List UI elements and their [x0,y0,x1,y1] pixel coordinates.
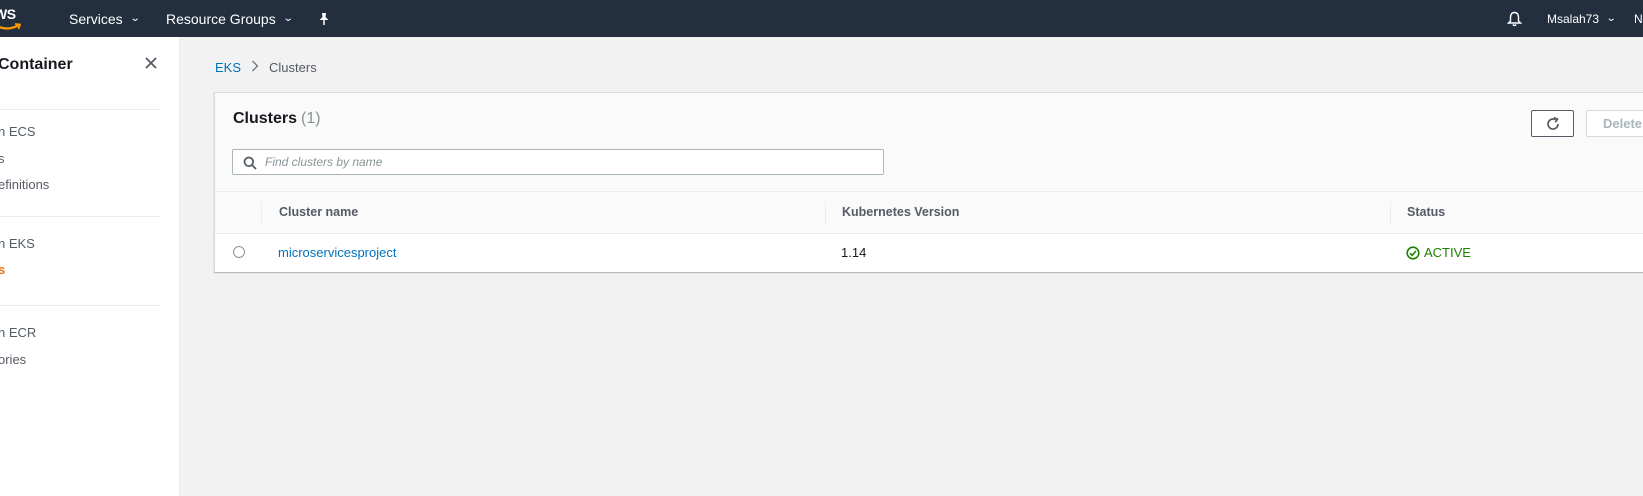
sidebar-divider [0,216,161,217]
region-menu[interactable]: N [1634,0,1643,37]
services-label: Services [69,10,123,27]
aws-logo-text: WS [0,6,16,22]
sidebar-item-eks-clusters[interactable]: s [0,262,5,277]
cluster-search[interactable] [232,149,884,175]
column-divider [1390,202,1391,224]
services-menu[interactable]: Services ⌄ [69,0,141,37]
account-name: Msalah73 [1547,11,1600,26]
sidebar-item-amazon-ecr[interactable]: n ECR [0,325,36,340]
close-icon[interactable] [143,55,161,73]
resource-groups-menu[interactable]: Resource Groups ⌄ [166,0,294,37]
top-navigation-bar: WS Services ⌄ Resource Groups ⌄ Msalah73… [0,0,1643,37]
table-row[interactable]: microservicesproject 1.14 ACTIVE [215,234,1643,272]
row-select-radio[interactable] [233,246,245,258]
check-circle-icon [1406,245,1420,260]
refresh-icon [1546,116,1559,130]
column-divider [261,202,262,224]
sidebar-item-amazon-ecs[interactable]: n ECS [0,124,36,139]
column-header-status[interactable]: Status [1407,205,1445,219]
chevron-down-icon: ⌄ [129,13,141,24]
panel-title: Clusters (1) [233,110,321,128]
chevron-down-icon: ⌄ [1605,13,1617,24]
clusters-panel: Clusters(1) Delete Cluster name Kubernet… [214,92,1643,272]
delete-button[interactable]: Delete [1586,110,1643,137]
cluster-count: (1) [301,110,321,127]
refresh-button[interactable] [1531,110,1574,137]
pin-icon[interactable] [318,0,330,37]
column-header-cluster-name[interactable]: Cluster name [279,205,358,219]
sidebar-item-repositories[interactable]: ories [0,352,26,367]
kubernetes-version: 1.14 [841,245,867,260]
sidebar: on Container ces n ECS s efinitions n EK… [0,37,180,496]
breadcrumb: EKS Clusters [215,60,317,75]
search-input[interactable] [265,150,875,174]
status-text: ACTIVE [1424,245,1471,260]
column-divider [825,202,826,224]
sidebar-item-ecs-clusters[interactable]: s [0,151,5,166]
panel-title-text: Clusters [233,110,298,127]
breadcrumb-current: Clusters [269,60,317,75]
search-icon [243,156,257,170]
sidebar-divider [0,305,161,306]
resource-groups-label: Resource Groups [166,10,276,27]
column-header-kubernetes-version[interactable]: Kubernetes Version [842,205,959,219]
breadcrumb-eks-link[interactable]: EKS [215,60,241,75]
sidebar-divider [0,109,161,110]
account-menu[interactable]: Msalah73 ⌄ [1547,0,1617,37]
sidebar-title: on Container ces [0,56,73,92]
aws-logo[interactable]: WS [0,2,24,32]
cluster-name-link[interactable]: microservicesproject [278,245,396,260]
aws-smile-icon [0,23,22,30]
notifications-bell-icon[interactable] [1507,0,1522,37]
status-badge: ACTIVE [1406,245,1471,260]
sidebar-item-task-definitions[interactable]: efinitions [0,177,49,192]
region-label: N [1634,11,1643,26]
table-header: Cluster name Kubernetes Version Status [215,191,1643,234]
sidebar-item-amazon-eks[interactable]: n EKS [0,236,35,251]
chevron-down-icon: ⌄ [282,13,294,24]
chevron-right-icon [251,60,259,75]
